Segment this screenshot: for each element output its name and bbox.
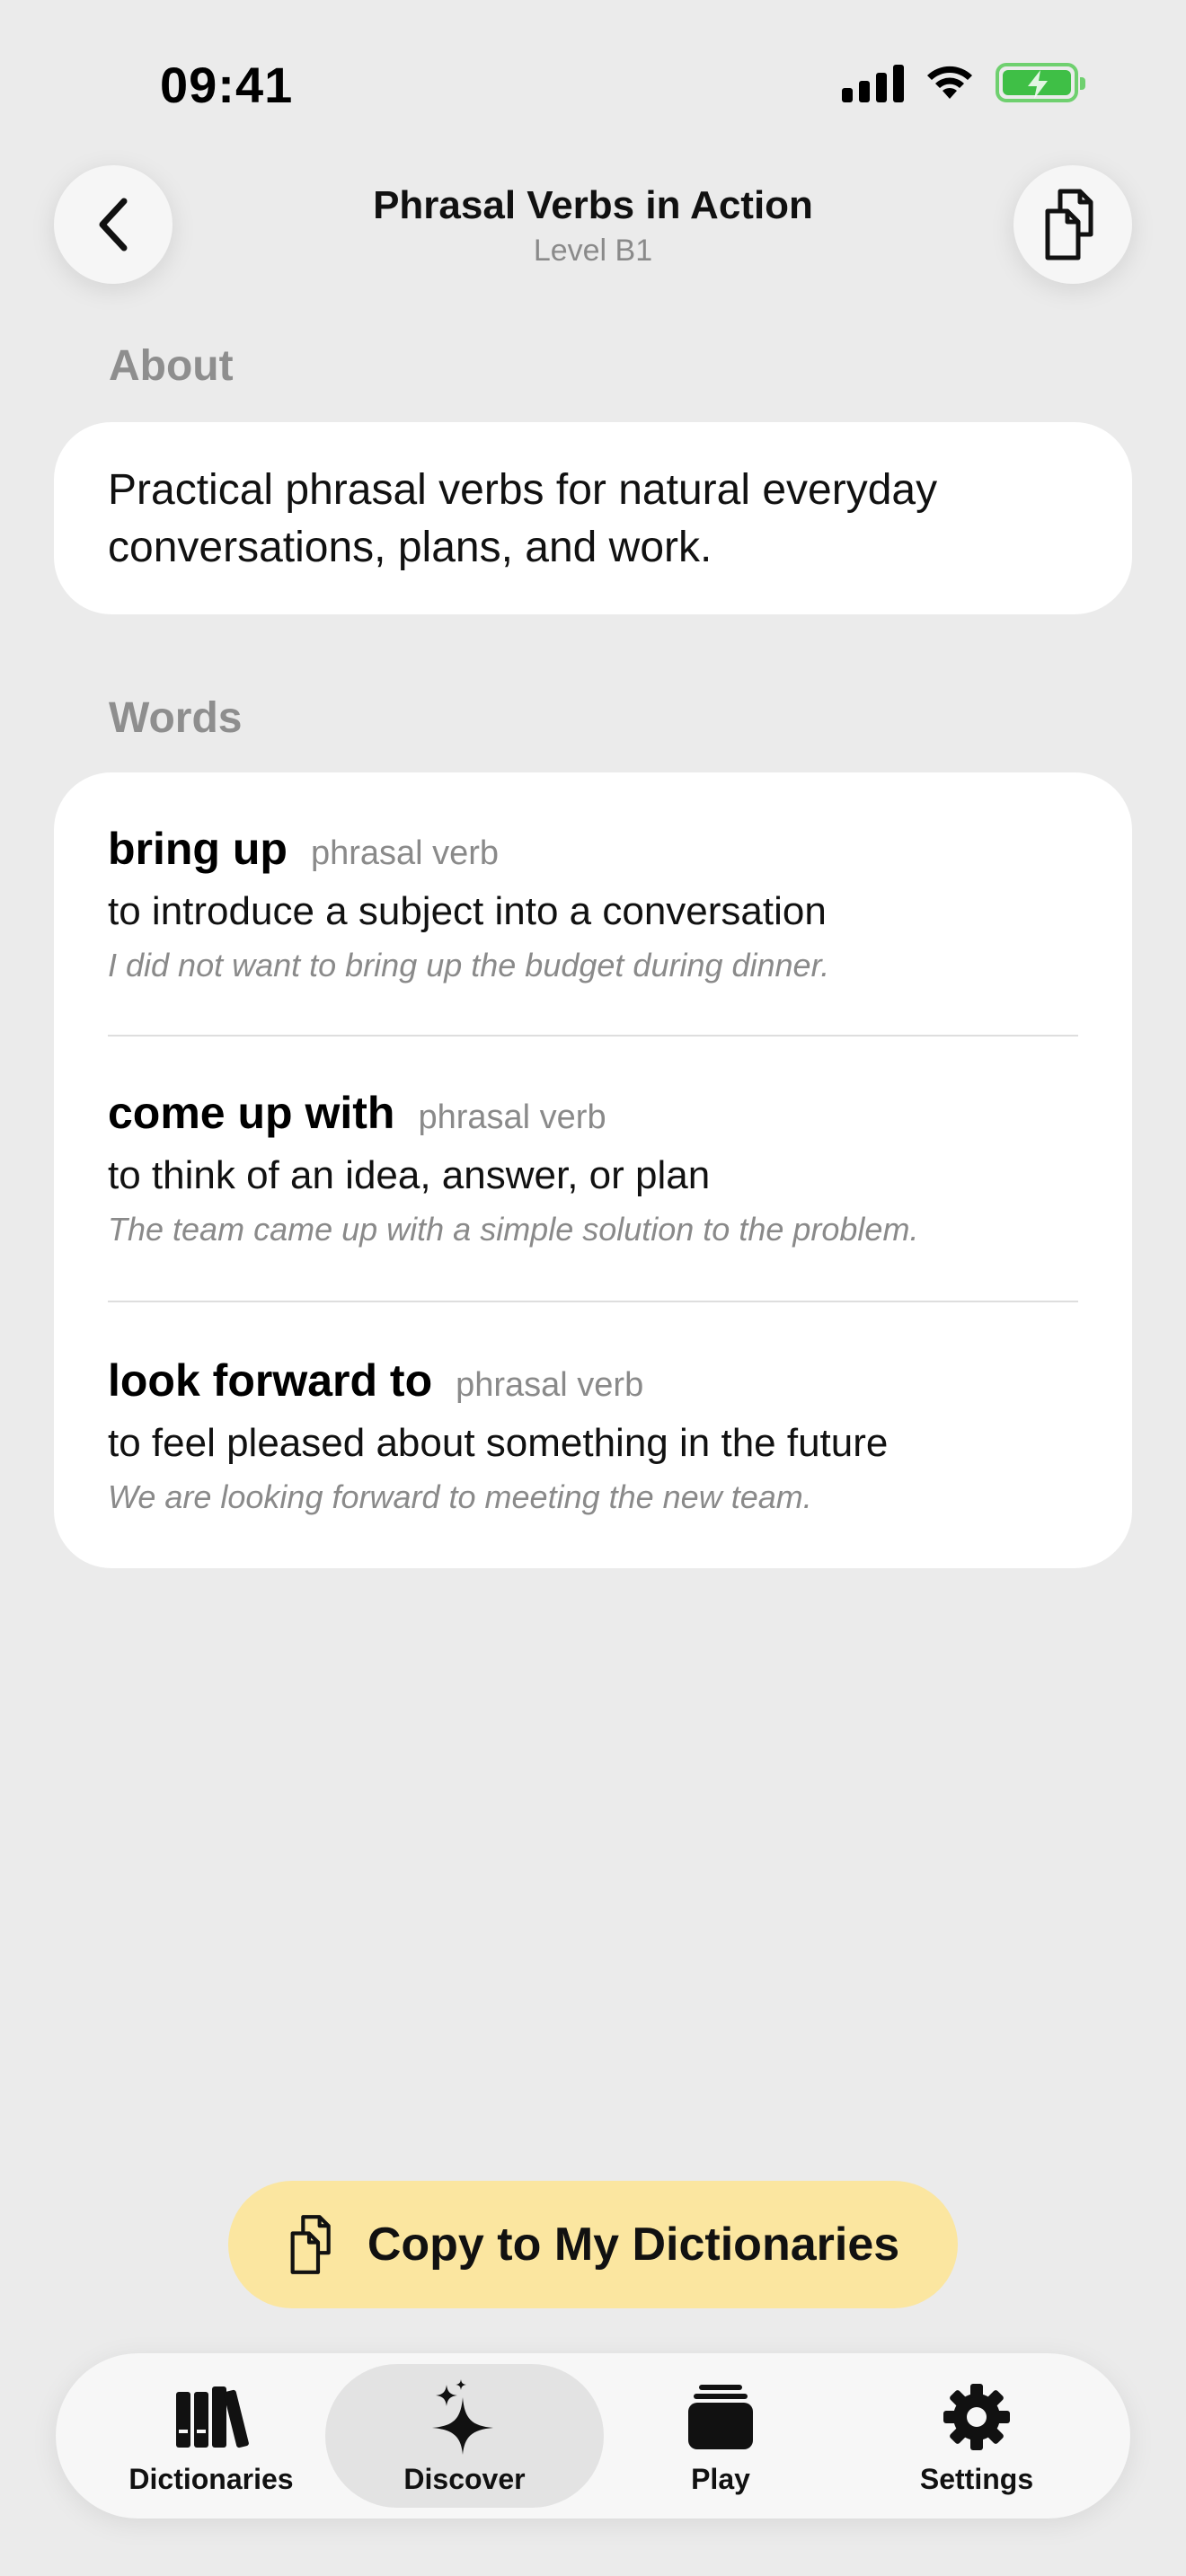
copy-documents-icon [290, 2215, 331, 2274]
wifi-icon [927, 66, 972, 99]
about-section-label: About [109, 342, 234, 390]
word-definition: to introduce a subject into a conversati… [108, 889, 827, 933]
status-icons [842, 63, 1085, 102]
word-definition: to feel pleased about something in the f… [108, 1421, 889, 1465]
battery-charging-icon [996, 63, 1085, 102]
word-term: look forward to [108, 1355, 433, 1406]
copy-to-my-dictionaries-button[interactable]: Copy to My Dictionaries [228, 2181, 958, 2308]
divider [108, 1301, 1078, 1302]
tab-discover[interactable]: Discover [325, 2364, 604, 2508]
copy-button[interactable] [1013, 165, 1132, 284]
tab-label: Settings [919, 2463, 1034, 2495]
cards-stack-icon [688, 2385, 753, 2449]
page-title: Phrasal Verbs in Action [373, 183, 813, 227]
tab-dictionaries[interactable]: Dictionaries [72, 2364, 350, 2508]
copy-documents-icon [1045, 189, 1093, 260]
page-subtitle: Level B1 [533, 234, 653, 268]
divider [108, 1035, 1078, 1037]
cellular-signal-icon [842, 63, 904, 102]
word-row-look-forward-to[interactable]: look forward to phrasal verb to feel ple… [108, 1354, 1078, 1516]
word-example: I did not want to bring up the budget du… [108, 947, 830, 984]
tab-label: Discover [403, 2463, 526, 2495]
words-card: bring up phrasal verb to introduce a sub… [54, 772, 1132, 1568]
tab-label: Play [691, 2463, 750, 2495]
tab-settings[interactable]: Settings [837, 2364, 1116, 2508]
gear-icon [943, 2384, 1010, 2450]
word-row-bring-up[interactable]: bring up phrasal verb to introduce a sub… [108, 823, 1078, 984]
tab-bar: Dictionaries Discover Play Settings [56, 2353, 1130, 2519]
word-term: bring up [108, 824, 288, 874]
sparkles-icon [432, 2379, 493, 2455]
word-part-of-speech: phrasal verb [456, 1366, 644, 1404]
word-example: The team came up with a simple solution … [108, 1211, 919, 1248]
word-part-of-speech: phrasal verb [418, 1098, 606, 1136]
status-time: 09:41 [160, 57, 294, 113]
books-icon [176, 2386, 249, 2448]
word-example: We are looking forward to meeting the ne… [108, 1478, 812, 1515]
about-card: Practical phrasal verbs for natural ever… [54, 422, 1132, 614]
word-part-of-speech: phrasal verb [310, 834, 500, 872]
word-definition: to think of an idea, answer, or plan [108, 1153, 711, 1197]
tab-label: Dictionaries [128, 2463, 294, 2495]
about-text: Practical phrasal verbs for natural ever… [108, 466, 938, 571]
word-term: come up with [108, 1088, 395, 1138]
cta-label: Copy to My Dictionaries [367, 2219, 900, 2271]
word-row-come-up-with[interactable]: come up with phrasal verb to think of an… [108, 1087, 1078, 1248]
words-section-label: Words [109, 694, 243, 742]
tab-play[interactable]: Play [581, 2364, 860, 2508]
